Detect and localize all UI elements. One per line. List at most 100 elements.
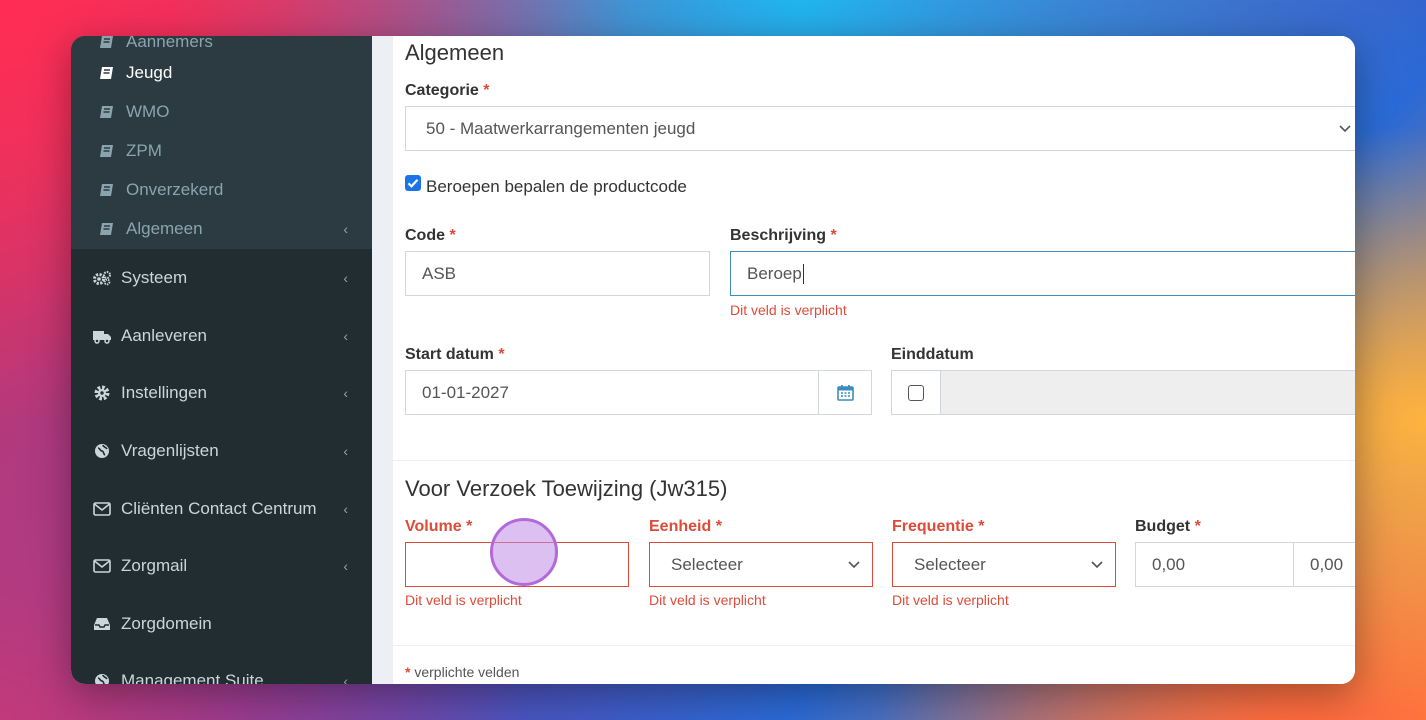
book-icon [97, 143, 117, 159]
frequentie-label: Frequentie * [892, 518, 984, 536]
chevron-down-icon [848, 556, 860, 572]
envelope-icon [92, 501, 112, 517]
categorie-select[interactable]: 50 - Maatwerkarrangementen jeugd [405, 106, 1355, 151]
code-label-text: Code [405, 227, 445, 244]
section-title-algemeen: Algemeen [405, 40, 505, 65]
code-input[interactable]: ASB [405, 251, 710, 296]
sidebar-item-label: Onverzekerd [126, 180, 224, 199]
footnote-text: verplichte velden [414, 664, 520, 680]
frequentie-error: Dit veld is verplicht [892, 592, 1009, 608]
book-icon [97, 65, 117, 81]
budget-input[interactable]: 0,00 [1135, 542, 1294, 587]
budget-label: Budget * [1135, 518, 1201, 536]
sidebar-item-management-suite[interactable]: Management Suite ‹ [71, 663, 372, 684]
eenheid-label-text: Eenheid [649, 518, 712, 535]
sidebar-item-wmo[interactable]: WMO [71, 94, 372, 130]
sidebar-item-aanleveren[interactable]: Aanleveren ‹ [71, 318, 372, 354]
required-mark: * [978, 518, 985, 535]
sidebar-item-zorgdomein[interactable]: Zorgdomein [71, 606, 372, 642]
text-caret [802, 263, 804, 284]
divider [393, 460, 1355, 461]
required-mark: * [830, 227, 837, 244]
chevron-down-icon [1091, 556, 1103, 572]
chevron-left-icon: ‹ [343, 270, 348, 286]
beschrijving-value: Beroep [747, 263, 802, 283]
sidebar-item-label: Algemeen [126, 219, 203, 238]
beschrijving-input[interactable]: Beroep [730, 251, 1355, 296]
divider [393, 645, 1355, 646]
required-mark: * [483, 82, 490, 99]
globe-icon [92, 443, 112, 459]
sidebar-item-label: Jeugd [126, 63, 173, 82]
eenheid-label: Eenheid * [649, 518, 722, 536]
content-area: Algemeen Categorie * 50 - Maatwerkarrang… [372, 36, 1355, 684]
app-window: Aannemers Jeugd WMO ZPM Onverzekerd Alge… [71, 36, 1355, 684]
eenheid-value: Selecteer [671, 554, 743, 574]
budget-value: 0,00 [1152, 554, 1186, 574]
frequentie-label-text: Frequentie [892, 518, 974, 535]
sidebar-item-jeugd[interactable]: Jeugd [71, 55, 372, 91]
sidebar-item-vragenlijsten[interactable]: Vragenlijsten ‹ [71, 433, 372, 469]
budget-input-2[interactable]: 0,00 [1293, 542, 1355, 587]
sidebar-item-label: Aanleveren [121, 326, 208, 345]
chevron-left-icon: ‹ [343, 673, 348, 684]
required-mark: * [498, 346, 505, 363]
categorie-label-text: Categorie [405, 82, 479, 99]
sidebar-item-onverzekerd[interactable]: Onverzekerd [71, 172, 372, 208]
chevron-left-icon: ‹ [343, 328, 348, 344]
gears-icon [92, 270, 112, 286]
eenheid-select[interactable]: Selecteer [649, 542, 873, 587]
book-icon [97, 182, 117, 198]
checkmark-icon [407, 179, 419, 188]
frequentie-select[interactable]: Selecteer [892, 542, 1116, 587]
einddatum-checkbox[interactable] [908, 384, 924, 401]
volume-label: Volume * [405, 518, 472, 536]
chevron-down-icon [1339, 120, 1351, 136]
einddatum-input [940, 370, 1355, 415]
calendar-button[interactable] [818, 370, 872, 415]
sidebar-item-label: WMO [126, 102, 170, 121]
sidebar-item-label: Vragenlijsten [121, 441, 219, 460]
sidebar-item-systeem[interactable]: Systeem ‹ [71, 260, 372, 296]
globe-icon [92, 673, 112, 684]
start-datum-label: Start datum * [405, 346, 505, 364]
code-label: Code * [405, 227, 456, 245]
sidebar-item-zorgmail[interactable]: Zorgmail ‹ [71, 548, 372, 584]
code-value: ASB [422, 263, 457, 283]
beschrijving-error: Dit veld is verplicht [730, 302, 847, 318]
einddatum-label: Einddatum [891, 346, 974, 363]
sidebar-item-label: Zorgmail [121, 556, 188, 575]
book-icon [97, 36, 117, 50]
budget-value-2: 0,00 [1310, 554, 1344, 574]
chevron-left-icon: ‹ [343, 221, 348, 237]
einddatum-checkbox-addon[interactable] [891, 370, 941, 415]
required-mark: * [405, 664, 411, 680]
sidebar-item-clienten-contact-centrum[interactable]: Cliënten Contact Centrum ‹ [71, 491, 372, 527]
form-panel: Algemeen Categorie * 50 - Maatwerkarrang… [393, 36, 1355, 684]
cog-icon [92, 385, 112, 401]
section-title-verzoek: Voor Verzoek Toewijzing (Jw315) [405, 476, 728, 501]
envelope-icon [92, 558, 112, 574]
sidebar-item-label: Management Suite [121, 671, 264, 684]
categorie-value: 50 - Maatwerkarrangementen jeugd [426, 118, 696, 138]
eenheid-error: Dit veld is verplicht [649, 592, 766, 608]
sidebar-item-zpm[interactable]: ZPM [71, 133, 372, 169]
required-mark: * [466, 518, 473, 535]
beroepen-checkbox[interactable] [405, 175, 421, 191]
chevron-left-icon: ‹ [343, 443, 348, 459]
sidebar-item-label: ZPM [126, 141, 162, 160]
required-footnote: * verplichte velden [405, 664, 519, 680]
required-mark: * [1194, 518, 1201, 535]
frequentie-value: Selecteer [914, 554, 986, 574]
sidebar: Aannemers Jeugd WMO ZPM Onverzekerd Alge… [71, 36, 372, 684]
book-icon [97, 104, 117, 120]
book-icon [97, 221, 117, 237]
sidebar-item-label: Cliënten Contact Centrum [121, 499, 317, 518]
start-datum-value: 01-01-2027 [422, 382, 509, 402]
truck-icon [92, 328, 112, 344]
beroepen-checkbox-label: Beroepen bepalen de productcode [426, 177, 687, 196]
sidebar-item-algemeen[interactable]: Algemeen ‹ [71, 211, 372, 247]
inbox-icon [92, 616, 112, 632]
sidebar-item-instellingen[interactable]: Instellingen ‹ [71, 375, 372, 411]
start-datum-input[interactable]: 01-01-2027 [405, 370, 819, 415]
